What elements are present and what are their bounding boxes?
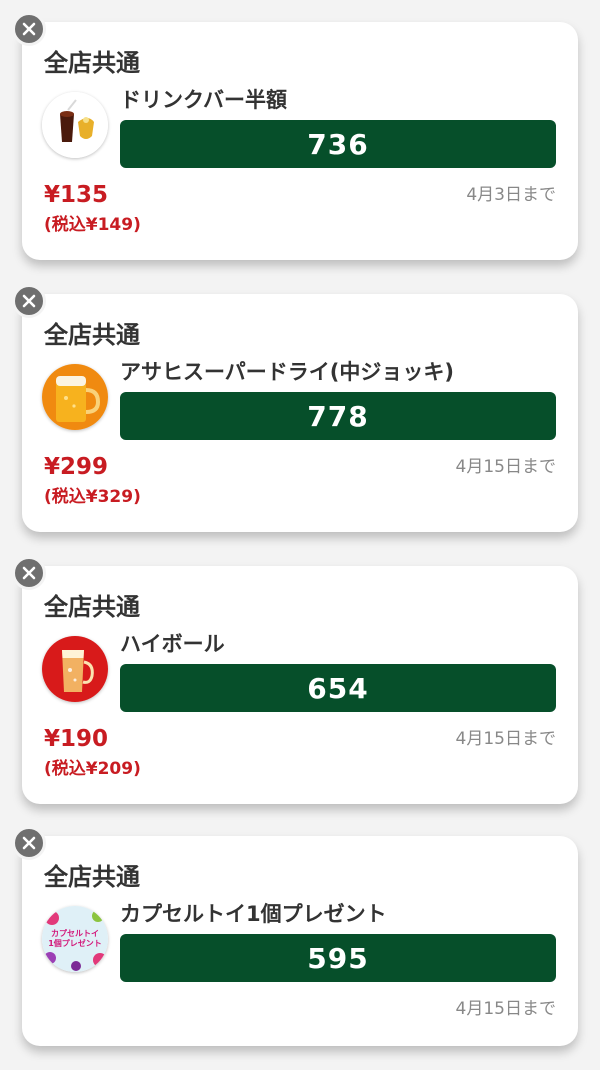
store-label: 全店共通 (44, 49, 140, 77)
coupon-card-capsule-toy[interactable]: 全店共通 カプセルトイ 1個プレゼント カプセルトイ1個プレゼント 595 4月… (12, 826, 578, 1046)
coupon-code: 595 (120, 934, 556, 982)
capsule-toy-thumbnail: カプセルトイ 1個プレゼント (42, 906, 108, 972)
price-tax-included: (税込¥329) (44, 487, 141, 507)
price: ¥299 (44, 454, 109, 480)
price-tax-included: (税込¥209) (44, 759, 141, 779)
coupon-card-beer[interactable]: 全店共通 アサヒスーパードライ(中ジョッキ) 778 ¥299 (税込¥329)… (12, 284, 578, 532)
close-button[interactable] (12, 556, 46, 590)
item-name: カプセルトイ1個プレゼント (120, 902, 387, 926)
coupon-code: 654 (120, 664, 556, 712)
price: ¥190 (44, 726, 109, 752)
expiry-date: 4月3日まで (466, 185, 556, 205)
price-tax-included: (税込¥149) (44, 215, 141, 235)
beer-thumbnail (42, 364, 108, 430)
close-icon (22, 836, 36, 850)
capsule-toy-thumb-line2: 1個プレゼント (48, 938, 102, 948)
item-name: ハイボール (120, 632, 225, 656)
store-label: 全店共通 (44, 863, 140, 891)
price: ¥135 (44, 182, 109, 208)
drink-bar-thumbnail (42, 92, 108, 158)
coupon-list: 全店共通 ドリンクバー半額 736 ¥135 (税込¥149) 4月3日まで 全… (0, 0, 600, 1070)
close-button[interactable] (12, 284, 46, 318)
store-label: 全店共通 (44, 321, 140, 349)
expiry-date: 4月15日まで (455, 999, 556, 1019)
expiry-date: 4月15日まで (455, 457, 556, 477)
item-name: アサヒスーパードライ(中ジョッキ) (120, 360, 454, 384)
highball-thumbnail (42, 636, 108, 702)
close-button[interactable] (12, 12, 46, 46)
capsule-toy-thumb-line1: カプセルトイ (51, 928, 99, 938)
item-name: ドリンクバー半額 (120, 88, 287, 112)
expiry-date: 4月15日まで (455, 729, 556, 749)
store-label: 全店共通 (44, 593, 140, 621)
coupon-card-drink-bar[interactable]: 全店共通 ドリンクバー半額 736 ¥135 (税込¥149) 4月3日まで (12, 12, 578, 260)
close-icon (22, 22, 36, 36)
coupon-code: 778 (120, 392, 556, 440)
close-icon (22, 566, 36, 580)
coupon-card-highball[interactable]: 全店共通 ハイボール 654 ¥190 (税込¥209) 4月15日まで (12, 556, 578, 804)
coupon-code: 736 (120, 120, 556, 168)
close-button[interactable] (12, 826, 46, 860)
close-icon (22, 294, 36, 308)
